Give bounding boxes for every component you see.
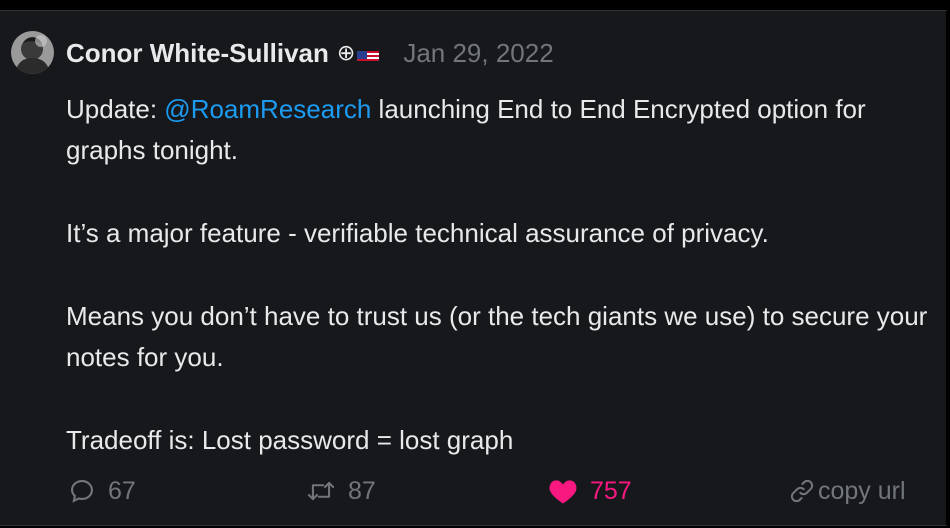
- retweet-count: 87: [348, 476, 376, 505]
- tweet-header: Conor White-Sullivan ⊕ Jan 29, 2022: [66, 37, 554, 69]
- tweet-paragraph-4: Tradeoff is: Lost password = lost graph: [66, 425, 514, 455]
- link-icon: [790, 479, 814, 503]
- like-button[interactable]: 757: [548, 471, 632, 511]
- us-flag-icon: [357, 46, 380, 61]
- tweet-paragraph-3: Means you don’t have to trust us (or the…: [66, 301, 928, 372]
- avatar[interactable]: [11, 31, 54, 74]
- tweet-date[interactable]: Jan 29, 2022: [403, 38, 553, 69]
- reply-button[interactable]: 67: [68, 471, 136, 511]
- tweet-paragraph-2: It’s a major feature - verifiable techni…: [66, 218, 769, 248]
- mention-link[interactable]: @RoamResearch: [164, 94, 371, 124]
- copy-url-label: copy url: [818, 476, 906, 505]
- copy-url-button[interactable]: copy url: [788, 471, 906, 511]
- like-count: 757: [590, 476, 632, 505]
- crosshair-icon: ⊕: [336, 40, 356, 65]
- tweet-card: Conor White-Sullivan ⊕ Jan 29, 2022 Upda…: [0, 10, 948, 526]
- retweet-button[interactable]: 87: [306, 471, 376, 511]
- author-badges: ⊕: [336, 40, 380, 66]
- tweet-actions: 67 87 757 copy url: [0, 471, 948, 511]
- reply-icon: [71, 480, 93, 503]
- reply-count: 67: [108, 476, 136, 505]
- tweet-text: Update: @RoamResearch launching End to E…: [66, 89, 936, 461]
- author-name[interactable]: Conor White-Sullivan: [66, 38, 329, 69]
- retweet-icon: [307, 481, 335, 501]
- text-prefix: Update:: [66, 94, 165, 124]
- tweet-paragraph-1: Update: @RoamResearch launching End to E…: [66, 89, 936, 171]
- heart-icon: [549, 480, 577, 504]
